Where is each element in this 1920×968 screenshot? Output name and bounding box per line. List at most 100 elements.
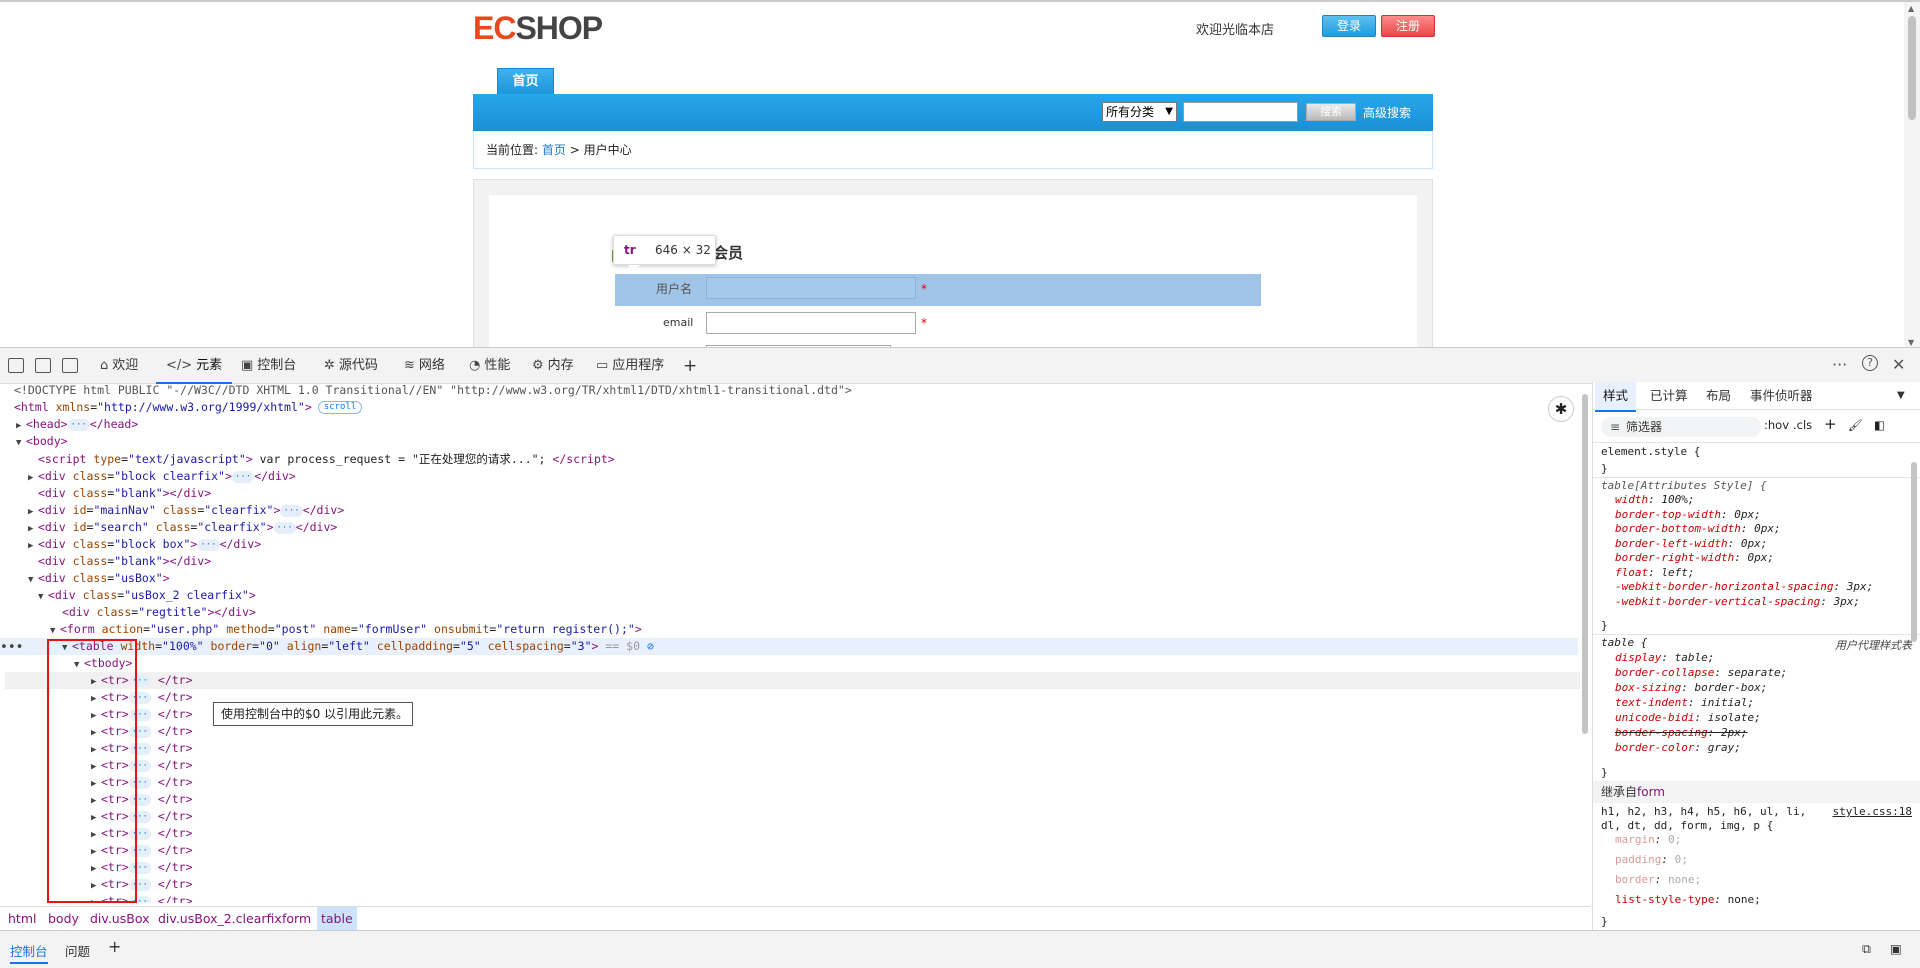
category-select[interactable]: 所有分类 ▼ xyxy=(1102,102,1177,122)
tab-elements[interactable]: </> 元素 xyxy=(156,348,233,384)
crumb-html[interactable]: html xyxy=(4,907,40,930)
dom-node-div[interactable]: ▼ <div class="usBox_2 clearfix"> xyxy=(38,587,256,604)
table-attr-selector[interactable]: table[Attributes Style] { xyxy=(1601,479,1767,493)
dom-node-form[interactable]: ▼ <form action="user.php" method="post" n… xyxy=(50,621,642,638)
css-property[interactable]: border-spacing: 2px; xyxy=(1615,726,1747,740)
dock-drawer-icon[interactable]: ⧉ xyxy=(1862,941,1871,957)
css-property[interactable]: width: 100%; xyxy=(1615,493,1695,507)
tab-network[interactable]: ≋ 网络 xyxy=(404,348,445,384)
crumb-div-usbox2[interactable]: div.usBox_2.clearfix xyxy=(154,907,286,930)
help-icon[interactable]: ? xyxy=(1862,355,1878,371)
css-property[interactable]: float: left; xyxy=(1615,566,1695,580)
scrollbar-thumb[interactable] xyxy=(1911,462,1917,642)
tab-memory[interactable]: ⚙ 内存 xyxy=(532,348,574,384)
dom-node-div[interactable]: ▼ <div class="usBox"> xyxy=(28,570,170,587)
css-property[interactable]: list-style-type: none; xyxy=(1615,893,1761,907)
css-property[interactable]: border-color: gray; xyxy=(1615,741,1741,755)
dom-node-tr[interactable]: ▶ <tr> ··· </tr> xyxy=(5,672,1580,689)
css-property[interactable]: border-right-width: 0px; xyxy=(1615,551,1774,565)
cls-button[interactable]: .cls xyxy=(1793,418,1812,432)
more-actions-icon[interactable]: ••• xyxy=(0,639,23,656)
breadcrumb-home-link[interactable]: 首页 xyxy=(542,143,566,157)
register-button[interactable]: 注册 xyxy=(1381,15,1435,37)
new-rule-icon[interactable]: + xyxy=(1824,415,1837,433)
paint-icon[interactable]: 🖌 xyxy=(1848,418,1863,432)
styles-scrollbar[interactable] xyxy=(1910,442,1918,912)
crumb-div-usbox[interactable]: div.usBox xyxy=(86,907,153,930)
dom-node-body[interactable]: ▼ <body> xyxy=(16,433,68,450)
chevron-down-icon[interactable]: ▼ xyxy=(1897,382,1905,410)
crumb-table[interactable]: table xyxy=(317,907,357,930)
dom-node-head[interactable]: ▶ <head> ··· </head> xyxy=(16,416,138,433)
tab-computed[interactable]: 已计算 xyxy=(1650,382,1688,410)
inherited-from[interactable]: form xyxy=(1637,785,1665,799)
advanced-search-link[interactable]: 高级搜索 xyxy=(1363,104,1411,121)
tab-application[interactable]: ▭ 应用程序 xyxy=(596,348,664,384)
console-ref-icon[interactable]: ⊘ xyxy=(647,639,654,653)
css-property[interactable]: text-indent: initial; xyxy=(1615,696,1754,710)
dom-node-div[interactable]: ▶ <div class="block clearfix"> ··· </div> xyxy=(28,468,296,485)
username-input[interactable] xyxy=(706,277,916,299)
dock-icon[interactable] xyxy=(62,358,78,373)
tab-welcome[interactable]: ⌂ 欢迎 xyxy=(100,348,138,384)
add-drawer-tab-button[interactable]: + xyxy=(108,937,121,956)
scrollbar-thumb[interactable] xyxy=(1582,394,1588,734)
search-button[interactable]: 搜索 xyxy=(1306,103,1356,121)
css-property[interactable]: border-top-width: 0px; xyxy=(1615,508,1761,522)
tab-console[interactable]: ▣ 控制台 xyxy=(241,348,296,384)
collapse-triangle-icon[interactable]: ▼ xyxy=(16,435,26,452)
more-icon[interactable]: ··· xyxy=(1832,355,1847,374)
device-toolbar-icon[interactable] xyxy=(35,358,51,373)
sidebar-toggle-icon[interactable]: ◧ xyxy=(1874,418,1885,432)
style-source-link[interactable]: style.css:18 xyxy=(1833,805,1912,818)
dom-scrollbar[interactable] xyxy=(1580,384,1590,896)
dom-node-div[interactable]: ▶ <div class="block box"> ··· </div> xyxy=(28,536,261,553)
css-property[interactable]: box-sizing: border-box; xyxy=(1615,681,1767,695)
scroll-down-icon[interactable]: ▼ xyxy=(1908,338,1914,347)
css-property[interactable]: border-collapse: separate; xyxy=(1615,666,1787,680)
tab-event-listeners[interactable]: 事件侦听器 xyxy=(1750,382,1813,410)
inherited-selector[interactable]: h1, h2, h3, h4, h5, h6, ul, li, xyxy=(1601,805,1806,819)
tab-layout[interactable]: 布局 xyxy=(1706,382,1731,410)
dom-node-div[interactable]: ▶ <div id="mainNav" class="clearfix"> ··· <… xyxy=(28,502,344,519)
inherited-selector[interactable]: dl, dt, dd, form, img, p { xyxy=(1601,819,1773,833)
inspect-icon[interactable] xyxy=(8,358,24,373)
ecshop-logo[interactable]: ECSHOP xyxy=(473,10,603,47)
dom-node-div[interactable]: <div class="blank"></div> xyxy=(38,553,211,570)
scrollbar-thumb[interactable] xyxy=(1908,16,1916,120)
page-scrollbar[interactable]: ▲ ▼ xyxy=(1904,2,1920,347)
dom-node-doctype[interactable]: <!DOCTYPE html PUBLIC "-//W3C//DTD XHTML… xyxy=(14,382,852,399)
css-property[interactable]: padding: 0; xyxy=(1615,853,1688,867)
nav-tab-home[interactable]: 首页 xyxy=(497,68,554,94)
crumb-form[interactable]: form xyxy=(278,907,315,930)
close-icon[interactable]: ✕ xyxy=(1892,355,1905,374)
add-tab-button[interactable]: + xyxy=(683,348,697,384)
css-property[interactable]: border-bottom-width: 0px; xyxy=(1615,522,1781,536)
drawer-tab-console[interactable]: 控制台 xyxy=(10,941,48,964)
hov-button[interactable]: :hov xyxy=(1764,418,1789,432)
scroll-badge[interactable]: scroll xyxy=(317,401,363,414)
tab-sources[interactable]: ✲ 源代码 xyxy=(324,348,378,384)
tab-styles[interactable]: 样式 xyxy=(1595,382,1637,412)
css-property[interactable]: border: none; xyxy=(1615,873,1701,887)
dom-node-html[interactable]: <html xmlns="http://www.w3.org/1999/xhtm… xyxy=(14,399,363,416)
css-property[interactable]: -webkit-border-vertical-spacing: 3px; xyxy=(1615,595,1860,609)
css-property[interactable]: display: table; xyxy=(1615,651,1714,665)
dom-node-table-selected[interactable]: ▼ <table width="100%" border="0" align="l… xyxy=(0,638,1578,655)
element-style-selector[interactable]: element.style { xyxy=(1601,445,1700,459)
search-input[interactable] xyxy=(1183,102,1298,122)
css-property[interactable]: unicode-bidi: isolate; xyxy=(1615,711,1761,725)
email-input[interactable] xyxy=(706,312,916,334)
login-button[interactable]: 登录 xyxy=(1322,15,1376,37)
css-property[interactable]: margin: 0; xyxy=(1615,833,1681,847)
screencast-icon[interactable]: ▣ xyxy=(1890,941,1902,956)
tab-performance[interactable]: ◔ 性能 xyxy=(469,348,510,384)
dom-node-div[interactable]: <div class="blank"></div> xyxy=(38,485,211,502)
css-property[interactable]: border-left-width: 0px; xyxy=(1615,537,1767,551)
crumb-body[interactable]: body xyxy=(44,907,83,930)
table-ua-selector[interactable]: table { xyxy=(1601,636,1647,650)
css-property[interactable]: -webkit-border-horizontal-spacing: 3px; xyxy=(1615,580,1873,594)
drawer-tab-issues[interactable]: 问题 xyxy=(65,941,90,960)
scroll-up-icon[interactable]: ▲ xyxy=(1908,4,1914,13)
dom-node-script[interactable]: <script type="text/javascript"> var proc… xyxy=(38,451,615,468)
